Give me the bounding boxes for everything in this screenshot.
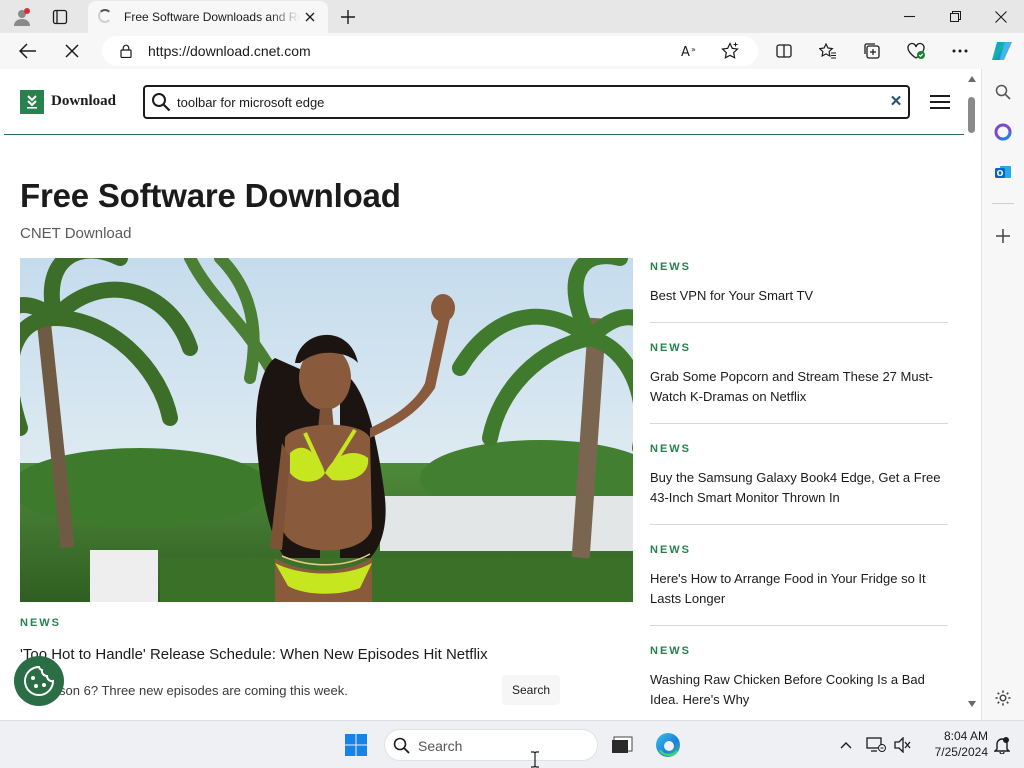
scroll-thumb[interactable] bbox=[968, 97, 975, 133]
text-cursor-icon bbox=[531, 751, 539, 768]
hero-category[interactable]: NEWS bbox=[20, 617, 61, 629]
browser-toolbar: https://download.cnet.com A» bbox=[0, 33, 1024, 69]
favorite-star-icon[interactable] bbox=[718, 40, 742, 62]
split-screen-icon[interactable] bbox=[768, 35, 800, 67]
browser-essentials-icon[interactable] bbox=[900, 35, 932, 67]
news-category[interactable]: NEWS bbox=[650, 261, 691, 273]
news-item[interactable]: NEWS Grab Some Popcorn and Stream These … bbox=[650, 342, 948, 424]
news-category[interactable]: NEWS bbox=[650, 342, 691, 354]
back-icon[interactable] bbox=[12, 35, 44, 67]
menu-icon[interactable] bbox=[930, 93, 950, 111]
tab-title: Free Software Downloads and Reviews bbox=[124, 10, 300, 24]
news-headline[interactable]: Grab Some Popcorn and Stream These 27 Mu… bbox=[650, 367, 948, 407]
edge-sidebar: O bbox=[981, 69, 1024, 720]
hero-description: ng season 6? Three new episodes are comi… bbox=[20, 683, 348, 698]
add-icon[interactable] bbox=[988, 221, 1018, 251]
search-icon[interactable] bbox=[988, 77, 1018, 107]
news-headline[interactable]: Here's How to Arrange Food in Your Fridg… bbox=[650, 569, 948, 609]
cookie-settings-icon[interactable] bbox=[14, 656, 64, 706]
network-icon[interactable] bbox=[864, 733, 888, 757]
task-view-icon[interactable] bbox=[606, 729, 638, 761]
svg-text:O: O bbox=[997, 169, 1004, 178]
chevron-up-icon[interactable] bbox=[834, 733, 858, 757]
taskbar-search-label: Search bbox=[418, 738, 463, 754]
news-item[interactable]: NEWS Buy the Samsung Galaxy Book4 Edge, … bbox=[650, 443, 948, 525]
scroll-down-icon[interactable] bbox=[967, 700, 977, 708]
outlook-icon[interactable]: O bbox=[988, 157, 1018, 187]
settings-icon[interactable] bbox=[988, 683, 1018, 713]
tab-close-icon[interactable] bbox=[300, 7, 320, 27]
restore-icon[interactable] bbox=[932, 0, 978, 33]
start-icon[interactable] bbox=[340, 729, 372, 761]
clear-search-icon[interactable]: ✕ bbox=[888, 94, 904, 110]
collections-icon[interactable] bbox=[856, 35, 888, 67]
minimize-icon[interactable] bbox=[886, 0, 932, 33]
scroll-up-icon[interactable] bbox=[967, 75, 977, 83]
search-icon[interactable] bbox=[151, 92, 171, 112]
profile-icon[interactable] bbox=[6, 0, 38, 33]
volume-muted-icon[interactable] bbox=[890, 733, 914, 757]
office-icon[interactable] bbox=[988, 117, 1018, 147]
news-category[interactable]: NEWS bbox=[650, 544, 691, 556]
site-search-box[interactable]: ✕ bbox=[143, 85, 910, 119]
clock-time: 8:04 AM bbox=[943, 729, 988, 743]
page-subtitle: CNET Download bbox=[20, 225, 132, 242]
browser-titlebar: Free Software Downloads and Reviews bbox=[0, 0, 1024, 33]
more-icon[interactable] bbox=[944, 35, 976, 67]
download-logo-icon[interactable] bbox=[20, 90, 44, 114]
page-scrollbar[interactable] bbox=[964, 69, 980, 720]
new-tab-icon[interactable] bbox=[332, 0, 364, 33]
lock-icon[interactable] bbox=[114, 40, 138, 62]
page-title: Free Software Download bbox=[20, 177, 401, 214]
search-icon bbox=[393, 737, 410, 754]
copilot-icon[interactable] bbox=[986, 35, 1018, 67]
news-item[interactable]: NEWS Washing Raw Chicken Before Cooking … bbox=[650, 645, 948, 720]
taskbar-clock[interactable]: 8:04 AM 7/25/2024 bbox=[918, 728, 988, 760]
address-bar[interactable]: https://download.cnet.com A» bbox=[102, 36, 758, 66]
svg-text:»: » bbox=[691, 45, 696, 54]
news-headline[interactable]: Best VPN for Your Smart TV bbox=[650, 286, 948, 306]
edge-browser-icon[interactable] bbox=[652, 729, 684, 761]
notification-bell-icon[interactable] bbox=[990, 733, 1014, 757]
windows-taskbar: Search 8:04 AM 7/25/2024 bbox=[0, 720, 1024, 768]
news-headline[interactable]: Washing Raw Chicken Before Cooking Is a … bbox=[650, 670, 948, 710]
hero-image[interactable] bbox=[20, 258, 633, 602]
site-search-input[interactable] bbox=[177, 94, 877, 112]
hero-headline[interactable]: 'Too Hot to Handle' Release Schedule: Wh… bbox=[20, 646, 488, 663]
loading-spinner-icon bbox=[98, 9, 112, 23]
search-button[interactable]: Search bbox=[502, 675, 560, 705]
taskbar-search[interactable]: Search bbox=[384, 729, 598, 761]
news-item[interactable]: NEWS Best VPN for Your Smart TV bbox=[650, 261, 948, 323]
read-aloud-icon[interactable]: A» bbox=[678, 40, 702, 62]
news-category[interactable]: NEWS bbox=[650, 443, 691, 455]
svg-text:A: A bbox=[681, 45, 690, 58]
web-page: Download ✕ Free Software Download CNET D… bbox=[4, 69, 964, 720]
news-category[interactable]: NEWS bbox=[650, 645, 691, 657]
close-window-icon[interactable] bbox=[978, 0, 1024, 33]
stop-loading-icon[interactable] bbox=[56, 35, 88, 67]
site-logo-text[interactable]: Download bbox=[51, 93, 116, 110]
clock-date: 7/25/2024 bbox=[934, 745, 988, 759]
news-item[interactable]: NEWS Here's How to Arrange Food in Your … bbox=[650, 544, 948, 626]
url-text: https://download.cnet.com bbox=[148, 43, 311, 59]
tab-actions-icon[interactable] bbox=[44, 0, 76, 33]
news-headline[interactable]: Buy the Samsung Galaxy Book4 Edge, Get a… bbox=[650, 468, 948, 508]
favorites-icon[interactable] bbox=[812, 35, 844, 67]
browser-tab-active[interactable]: Free Software Downloads and Reviews bbox=[88, 1, 328, 33]
site-header: Download ✕ bbox=[4, 69, 964, 135]
